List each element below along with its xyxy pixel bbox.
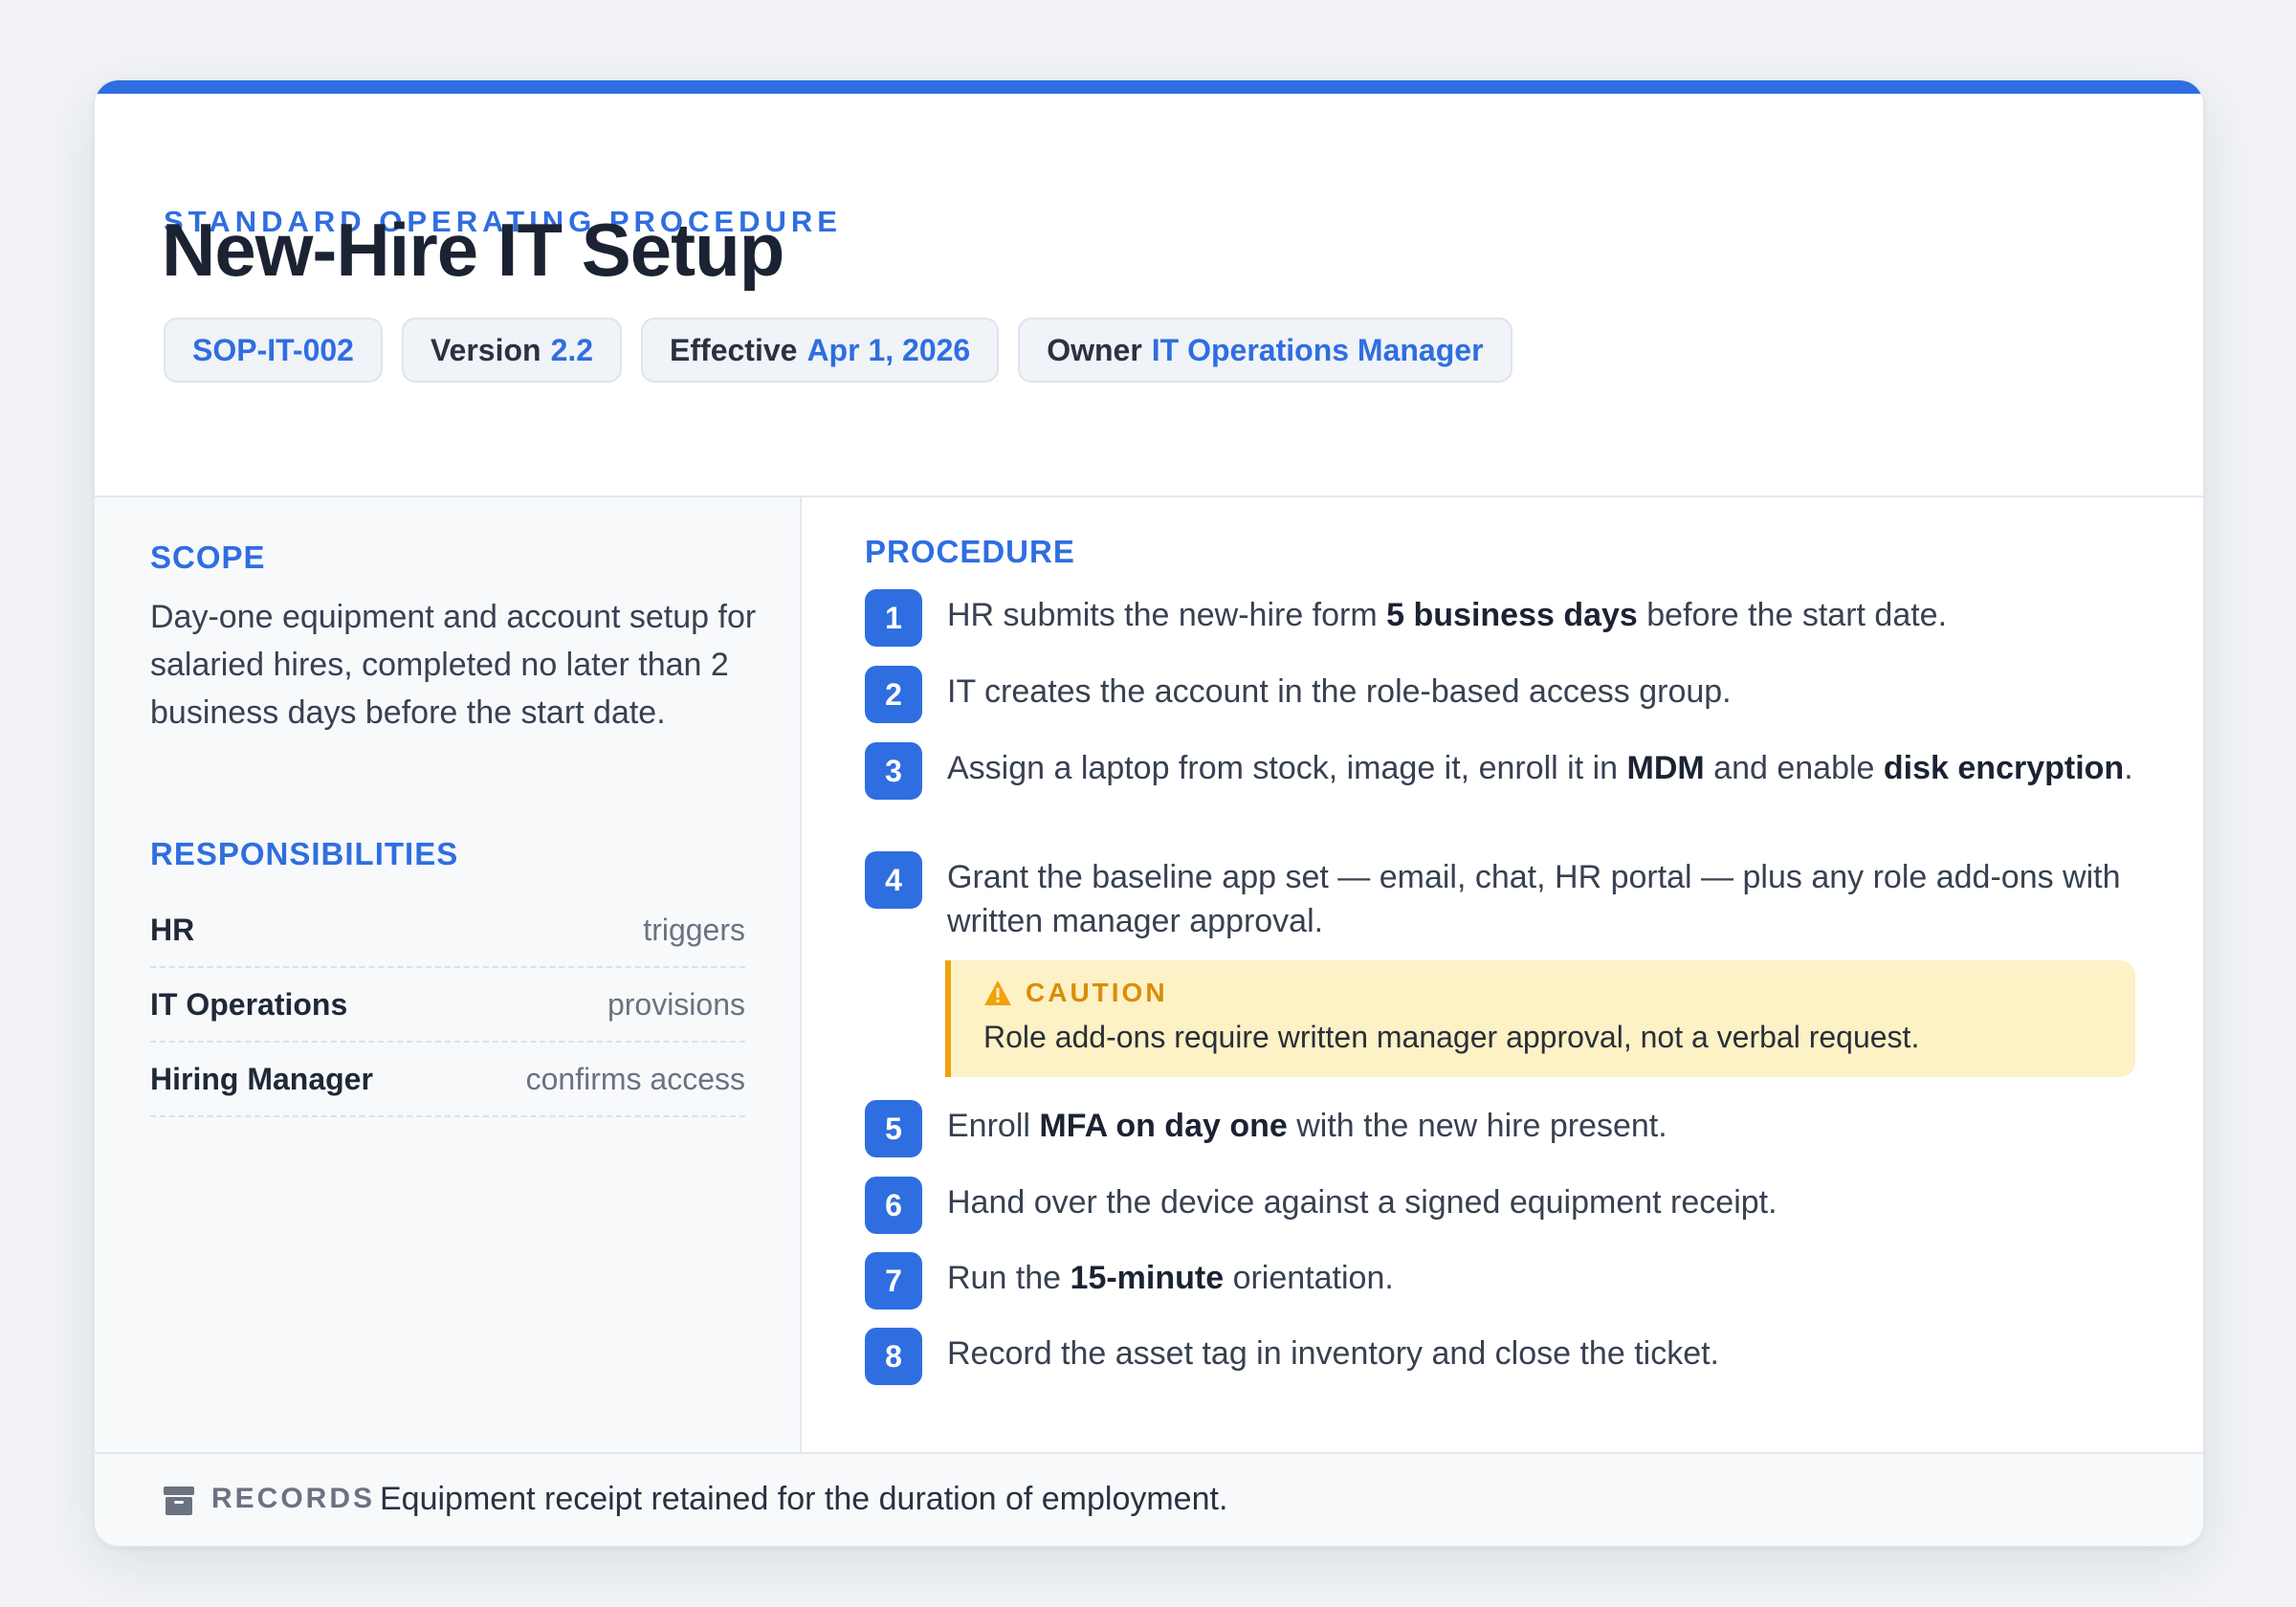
sop-id-chip: SOP-IT-002 <box>164 318 383 383</box>
step-number: 5 <box>865 1100 922 1157</box>
records-label: RECORDS <box>211 1483 376 1514</box>
caution-text: Role add-ons require written manager app… <box>983 1020 1920 1054</box>
version-value: 2.2 <box>550 332 594 367</box>
metadata-chips: SOP-IT-002 Version 2.2 Effective Apr 1, … <box>164 318 1512 383</box>
step-number: 8 <box>865 1328 922 1385</box>
procedure-step: 8 Record the asset tag in inventory and … <box>865 1328 2133 1385</box>
step-emphasis: 5 business days <box>1386 597 1638 633</box>
step-text: HR submits the new-hire form 5 business … <box>947 589 2133 647</box>
procedure-step: 5 Enroll MFA on day one with the new hir… <box>865 1100 2133 1157</box>
step-text-segment: Record the asset tag in inventory and cl… <box>947 1335 1720 1372</box>
step-emphasis: disk encryption <box>1883 750 2125 786</box>
step-number: 2 <box>865 666 922 723</box>
responsibility-role: IT Operations <box>150 986 348 1022</box>
sop-id: SOP-IT-002 <box>192 332 354 367</box>
effective-chip: Effective Apr 1, 2026 <box>641 318 1000 383</box>
version-chip: Version 2.2 <box>401 318 623 383</box>
step-text-segment: before the start date. <box>1637 597 1948 633</box>
step-number: 3 <box>865 742 922 800</box>
procedure-step: 7 Run the 15-minute orientation. <box>865 1252 2133 1310</box>
accent-bar <box>95 80 2203 94</box>
responsibilities-list: HR triggers IT Operations provisions Hir… <box>150 893 745 1117</box>
responsibilities-heading: RESPONSIBILITIES <box>150 836 459 871</box>
step-text: Enroll MFA on day one with the new hire … <box>947 1100 2133 1157</box>
responsibility-action: provisions <box>607 986 745 1022</box>
effective-value: Apr 1, 2026 <box>806 332 971 367</box>
procedure-panel: PROCEDURE 1 HR submits the new-hire form… <box>802 497 2203 1530</box>
step-emphasis: 15-minute <box>1070 1260 1225 1296</box>
page-title: New-Hire IT Setup <box>162 208 784 292</box>
step-number: 4 <box>865 851 922 909</box>
version-label: Version <box>430 332 541 367</box>
responsibility-action: confirms access <box>525 1061 745 1096</box>
step-text: Hand over the device against a signed eq… <box>947 1177 2133 1234</box>
caution-header: CAUTION <box>983 978 1168 1008</box>
owner-chip: Owner IT Operations Manager <box>1018 318 1512 383</box>
sidebar-panel: SCOPE Day-one equipment and account setu… <box>95 497 802 1530</box>
procedure-step: 6 Hand over the device against a signed … <box>865 1177 2133 1234</box>
step-text: Assign a laptop from stock, image it, en… <box>947 742 2133 800</box>
step-number: 7 <box>865 1252 922 1310</box>
step-text-segment: Grant the baseline app set — email, chat… <box>947 859 2121 939</box>
responsibility-row: IT Operations provisions <box>150 968 745 1043</box>
step-emphasis: MDM <box>1626 750 1705 786</box>
step-text-segment: Hand over the device against a signed eq… <box>947 1184 1777 1221</box>
procedure-step: 2 IT creates the account in the role-bas… <box>865 666 2133 723</box>
step-text-segment: HR submits the new-hire form <box>947 597 1387 633</box>
step-text-segment: and enable <box>1704 750 1884 786</box>
step-text-segment: . <box>2124 750 2133 786</box>
warning-triangle-icon <box>984 980 1011 1005</box>
scope-text: Day-one equipment and account setup for … <box>150 599 757 731</box>
responsibility-row: Hiring Manager confirms access <box>150 1043 745 1117</box>
step-number: 6 <box>865 1177 922 1234</box>
procedure-step: 3 Assign a laptop from stock, image it, … <box>865 742 2133 800</box>
responsibility-role: Hiring Manager <box>150 1061 373 1096</box>
responsibility-action: triggers <box>643 912 745 947</box>
effective-label: Effective <box>670 332 798 367</box>
step-text: Record the asset tag in inventory and cl… <box>947 1328 2133 1385</box>
step-emphasis: MFA on day one <box>1039 1108 1288 1144</box>
owner-label: Owner <box>1047 332 1142 367</box>
sop-card: STANDARD OPERATING PROCEDURE New-Hire IT… <box>94 79 2204 1547</box>
procedure-step: 4 Grant the baseline app set — email, ch… <box>865 851 2133 943</box>
caution-callout: CAUTION Role add-ons require written man… <box>945 960 2135 1077</box>
step-text-segment: with the new hire present. <box>1287 1108 1667 1144</box>
scope-heading: SCOPE <box>150 539 266 575</box>
owner-value: IT Operations Manager <box>1151 332 1484 367</box>
caution-label: CAUTION <box>1026 978 1168 1007</box>
step-text-segment: Enroll <box>947 1108 1040 1144</box>
procedure-step: 1 HR submits the new-hire form 5 busines… <box>865 589 2133 647</box>
step-text-segment: Run the <box>947 1260 1071 1296</box>
step-text-segment: Assign a laptop from stock, image it, en… <box>947 750 1627 786</box>
step-text-segment: IT creates the account in the role-based… <box>947 673 1732 710</box>
responsibility-role: HR <box>150 912 195 947</box>
step-text: Run the 15-minute orientation. <box>947 1252 2133 1310</box>
responsibility-row: HR triggers <box>150 893 745 968</box>
step-text: IT creates the account in the role-based… <box>947 666 2133 723</box>
step-text-segment: orientation. <box>1224 1260 1394 1296</box>
records-footer: RECORDS Equipment receipt retained for t… <box>95 1452 2203 1546</box>
procedure-heading: PROCEDURE <box>865 534 1075 569</box>
step-number: 1 <box>865 589 922 647</box>
sop-header: STANDARD OPERATING PROCEDURE New-Hire IT… <box>95 94 2203 497</box>
step-text: Grant the baseline app set — email, chat… <box>947 851 2133 943</box>
archive-box-icon <box>164 1486 194 1515</box>
records-text: Equipment receipt retained for the durat… <box>380 1481 1228 1517</box>
